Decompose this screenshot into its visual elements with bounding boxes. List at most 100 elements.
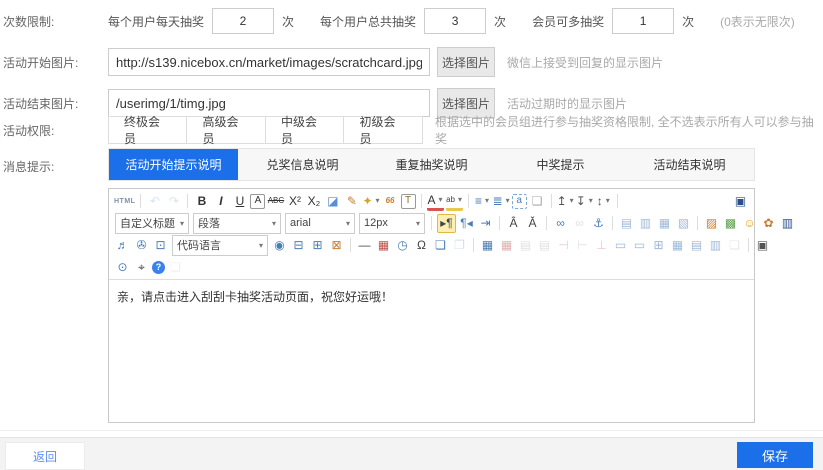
member-level-ultimate[interactable]: 终极会员 (108, 116, 187, 144)
total-limit-input[interactable] (424, 8, 486, 34)
justify-right-icon[interactable]: ▦ (656, 215, 673, 232)
tab-activity-start-tip[interactable]: 活动开始提示说明 (109, 149, 238, 180)
undo-icon[interactable]: ↶ (146, 193, 163, 210)
special-char-icon[interactable]: Ω (413, 237, 430, 254)
font-border-icon[interactable]: A (250, 194, 265, 209)
snapscreen-icon[interactable]: ▩ (722, 215, 739, 232)
member-level-middle[interactable]: 中级会员 (265, 116, 344, 144)
view-source-icon[interactable]: HTML (114, 193, 135, 210)
insert-video-icon[interactable]: ▥ (779, 215, 796, 232)
tab-redeem-info[interactable]: 兑奖信息说明 (238, 149, 367, 180)
tab-win-tip[interactable]: 中奖提示 (496, 149, 625, 180)
redo-icon[interactable]: ↷ (165, 193, 182, 210)
direction-rtl-icon[interactable]: ¶◂ (458, 215, 475, 232)
direction-ltr-icon[interactable]: ▸¶ (437, 214, 456, 233)
print-icon[interactable]: ▣ (754, 237, 771, 254)
daily-limit-group: 每个用户每天抽奖 次 (108, 8, 294, 34)
fullscreen-icon[interactable]: ▣ (732, 193, 749, 210)
editor-content-area[interactable]: 亲，请点击进入刮刮卡抽奖活动页面，祝您好运哦！ (109, 279, 754, 422)
insert-image-icon[interactable]: ▨ (703, 215, 720, 232)
insert-time-icon[interactable]: ◷ (394, 237, 411, 254)
anchor-icon[interactable]: a (512, 194, 527, 209)
new-doc-icon[interactable]: ❏ (726, 237, 743, 254)
anchor-insert-icon[interactable]: ⚓ (590, 215, 607, 232)
delete-col-icon[interactable]: ⊥ (593, 237, 610, 254)
justify-left-icon[interactable]: ▤ (618, 215, 635, 232)
underline-icon[interactable]: U (231, 193, 248, 210)
insert-code-icon[interactable]: ◉ (271, 237, 288, 254)
insert-row-icon[interactable]: ▤ (536, 237, 553, 254)
member-extra-unit: 次 (682, 13, 694, 30)
insert-frame-icon[interactable]: ⊡ (152, 237, 169, 254)
screenshot-icon[interactable]: ❐ (451, 237, 468, 254)
font-family-select[interactable]: arial▾ (285, 213, 355, 234)
code-language-select[interactable]: 代码语言▾ (172, 235, 268, 256)
help-icon[interactable]: ? (152, 261, 165, 274)
insert-col-icon[interactable]: ⊢ (574, 237, 591, 254)
to-lowercase-icon[interactable]: Ǎ (524, 215, 541, 232)
start-image-pick-button[interactable]: 选择图片 (437, 47, 495, 77)
music-icon[interactable]: ♬ (114, 237, 131, 254)
save-button[interactable]: 保存 (737, 442, 813, 468)
start-image-url-input[interactable] (108, 48, 430, 76)
clipboard-icon[interactable]: ❏ (167, 259, 184, 276)
preview-icon[interactable]: ⊙ (114, 259, 131, 276)
find-replace-icon[interactable]: ⌖ (133, 259, 150, 276)
superscript-icon[interactable]: X² (286, 193, 303, 210)
strikethrough-icon[interactable]: ABC (267, 193, 284, 210)
emotion-icon[interactable]: ☺ (741, 215, 758, 232)
split-to-cols-icon[interactable]: ▤ (688, 237, 705, 254)
template-icon[interactable]: ⊠ (328, 237, 345, 254)
unlink-icon[interactable]: ∞ (571, 215, 588, 232)
bg-color-icon[interactable]: ab▾ (446, 191, 463, 211)
scrawl-icon[interactable]: ✿ (760, 215, 777, 232)
indent-icon[interactable]: ⇥ (477, 215, 494, 232)
subscript-icon[interactable]: X₂ (305, 193, 322, 210)
split-to-rows-icon[interactable]: ▦ (669, 237, 686, 254)
daily-limit-input[interactable] (212, 8, 274, 34)
paragraph-align-bottom-icon[interactable]: ↧▾ (576, 193, 593, 210)
merge-cells-icon[interactable]: ⊞ (650, 237, 667, 254)
merge-down-icon[interactable]: ▭ (631, 237, 648, 254)
columns-icon[interactable]: ⊞ (309, 237, 326, 254)
paragraph-align-top-icon[interactable]: ↥▾ (557, 193, 574, 210)
attachment-icon[interactable]: ✇ (133, 237, 150, 254)
italic-icon[interactable]: I (212, 193, 229, 210)
to-uppercase-icon[interactable]: Â (505, 215, 522, 232)
font-color-icon[interactable]: A▾ (427, 191, 444, 211)
merge-right-icon[interactable]: ▭ (612, 237, 629, 254)
delete-row-icon[interactable]: ⊣ (555, 237, 572, 254)
toolbar-separator (748, 238, 749, 252)
blank-doc-icon[interactable]: ❏ (529, 193, 546, 210)
insert-date-icon[interactable]: ▦ (375, 237, 392, 254)
link-icon[interactable]: ∞ (552, 215, 569, 232)
line-height-icon[interactable]: ↕▾ (595, 193, 612, 210)
custom-title-select[interactable]: 自定义标题▾ (115, 213, 189, 234)
member-extra-input[interactable] (612, 8, 674, 34)
auto-typeset-icon[interactable]: ✦▾ (362, 193, 379, 210)
blockquote-icon[interactable]: 66 (382, 193, 399, 210)
justify-justify-icon[interactable]: ▧ (675, 215, 692, 232)
delete-table-icon[interactable]: ▦ (498, 237, 515, 254)
paragraph-format-select[interactable]: 段落▾ (193, 213, 281, 234)
font-size-select[interactable]: 12px▾ (359, 213, 425, 234)
format-painter-icon[interactable]: ✎ (343, 193, 360, 210)
split-cells-icon[interactable]: ▥ (707, 237, 724, 254)
limit-hint: (0表示无限次) (720, 13, 795, 30)
member-level-junior[interactable]: 初级会员 (343, 116, 422, 144)
ordered-list-icon[interactable]: ≡▾ (474, 193, 491, 210)
edit-image-icon[interactable]: ❏ (432, 237, 449, 254)
snippet-icon[interactable]: ⊟ (290, 237, 307, 254)
member-level-senior[interactable]: 高级会员 (186, 116, 265, 144)
justify-center-icon[interactable]: ▥ (637, 215, 654, 232)
back-button[interactable]: 返回 (5, 442, 85, 470)
bold-icon[interactable]: B (193, 193, 210, 210)
insert-table-title-icon[interactable]: ▤ (517, 237, 534, 254)
insert-table-icon[interactable]: ▦ (479, 237, 496, 254)
paste-text-icon[interactable]: T (401, 194, 416, 209)
eraser-icon[interactable]: ◪ (324, 193, 341, 210)
tab-activity-end[interactable]: 活动结束说明 (625, 149, 754, 180)
unordered-list-icon[interactable]: ≣▾ (493, 193, 510, 210)
tab-repeat-draw[interactable]: 重复抽奖说明 (367, 149, 496, 180)
horizontal-rule-icon[interactable]: — (356, 237, 373, 254)
